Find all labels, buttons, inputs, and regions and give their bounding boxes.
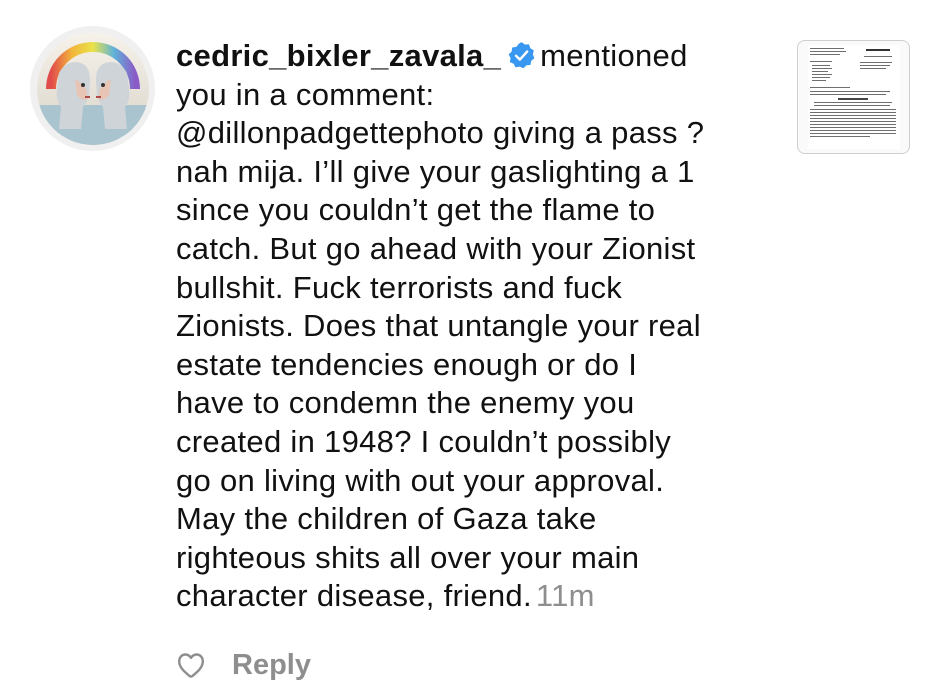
- comment-line: created in 1948? I couldn’t possibly: [176, 423, 672, 459]
- comment-line: go on living with out your approval.: [176, 462, 665, 498]
- timestamp: 11m: [535, 578, 595, 614]
- mention-notification[interactable]: cedric_bixler_zavala_ mentioned you in a …: [0, 0, 946, 698]
- message-first-line: cedric_bixler_zavala_ mentioned: [176, 37, 776, 76]
- comment-last-text: character disease, friend.: [176, 578, 532, 614]
- comment-line: May the children of Gaza take: [176, 501, 597, 537]
- avatar-image: [36, 32, 149, 145]
- comment-line: you in a comment:: [176, 76, 435, 112]
- comment-line: since you couldn’t get the flame to: [176, 192, 656, 228]
- verified-badge-icon: [508, 42, 535, 69]
- comment-line: bullshit. Fuck terrorists and fuck: [176, 269, 623, 305]
- comment-line: have to condemn the enemy you: [176, 385, 635, 421]
- reply-button[interactable]: Reply: [232, 649, 311, 682]
- comment-line: estate tendencies enough or do I: [176, 346, 638, 382]
- comment-line: @dillonpadgettephoto giving a pass ?: [176, 115, 705, 151]
- comment-line: righteous shits all over your main: [176, 539, 640, 575]
- notification-message: cedric_bixler_zavala_ mentioned you in a …: [176, 37, 776, 616]
- post-thumbnail[interactable]: [797, 40, 910, 154]
- comment-line: catch. But go ahead with your Zionist: [176, 230, 696, 266]
- reply-row: Reply: [176, 645, 311, 685]
- heart-outline-icon[interactable]: [176, 651, 206, 679]
- avatar[interactable]: [30, 26, 155, 151]
- comment-line: nah mija. I’ll give your gaslighting a 1: [176, 153, 695, 189]
- action-text: mentioned: [540, 38, 688, 73]
- username[interactable]: cedric_bixler_zavala_: [176, 38, 501, 73]
- comment-last-line: character disease, friend. 11m: [176, 577, 776, 616]
- comment-line: Zionists. Does that untangle your real: [176, 308, 701, 344]
- document-preview: [808, 45, 900, 149]
